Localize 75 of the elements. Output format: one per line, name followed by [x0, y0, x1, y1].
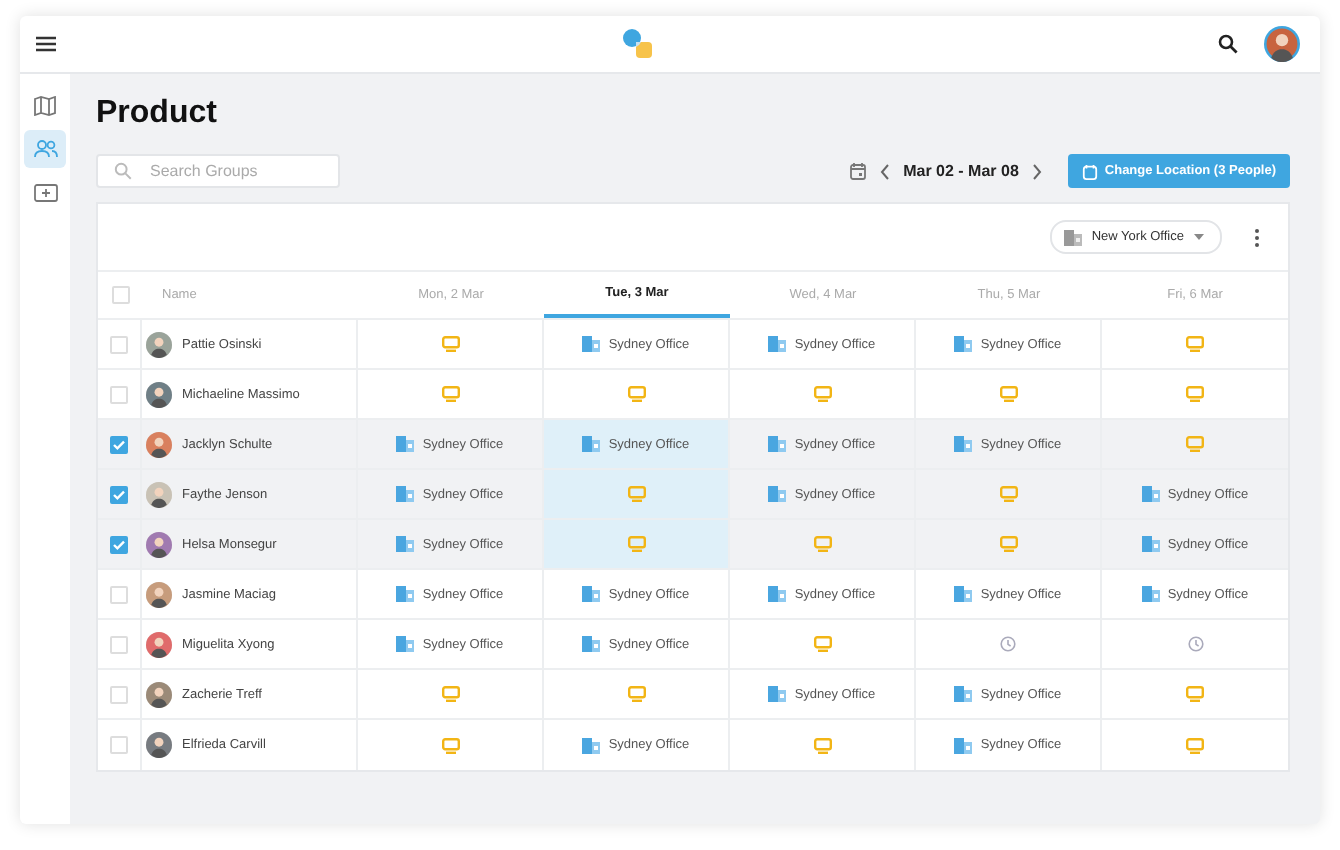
monitor-icon [813, 737, 831, 753]
checkbox[interactable] [110, 535, 128, 553]
office-icon [954, 586, 973, 602]
page-title: Product [96, 94, 219, 134]
avatar-icon [146, 581, 172, 607]
monitor-icon [627, 486, 645, 502]
office-icon [396, 536, 415, 552]
monitor-icon [441, 686, 459, 702]
monitor-icon [813, 536, 831, 552]
calendar-icon[interactable] [849, 162, 866, 180]
monitor-icon [627, 686, 645, 702]
calendar-icon [1082, 163, 1099, 179]
office-icon [396, 636, 415, 652]
office-icon [396, 486, 415, 502]
monitor-icon [813, 636, 831, 652]
monitor-icon [627, 386, 645, 402]
logo-icon [621, 28, 653, 60]
avatar-icon [146, 732, 172, 758]
search-icon[interactable] [1218, 34, 1238, 54]
avatar-icon [146, 681, 172, 707]
office-icon [954, 686, 973, 702]
checkbox[interactable] [110, 485, 128, 503]
monitor-icon [1186, 386, 1204, 402]
office-icon [768, 586, 787, 602]
monitor-icon [627, 536, 645, 552]
clock-icon [1000, 636, 1016, 652]
search-field[interactable]: Search Groups [96, 154, 340, 188]
monitor-icon [999, 536, 1017, 552]
avatar-icon[interactable] [1264, 26, 1300, 62]
caret-icon [1194, 234, 1204, 240]
chevron-right-icon[interactable] [1032, 163, 1043, 179]
clock-icon [1187, 636, 1203, 652]
office-icon [768, 486, 787, 502]
office-icon [768, 336, 787, 352]
people-icon[interactable] [33, 140, 57, 158]
building-icon [1063, 229, 1082, 245]
avatar-icon [146, 481, 172, 507]
monitor-icon [1186, 336, 1204, 352]
office-icon [582, 336, 601, 352]
date-range: Mar 02 - Mar 08 [903, 162, 1019, 180]
avatar-icon [146, 331, 172, 357]
office-icon [582, 636, 601, 652]
checkbox[interactable] [110, 435, 128, 453]
office-icon [954, 436, 973, 452]
monitor-icon [999, 486, 1017, 502]
monitor-icon [1186, 686, 1204, 702]
monitor-icon [441, 737, 459, 753]
office-icon [1141, 586, 1160, 602]
ticket-icon[interactable] [33, 184, 57, 202]
office-icon [396, 436, 415, 452]
monitor-icon [1186, 436, 1204, 452]
monitor-icon [441, 336, 459, 352]
avatar-icon [146, 431, 172, 457]
map-icon[interactable] [34, 95, 56, 115]
office-icon [1141, 486, 1160, 502]
menu-icon[interactable] [36, 36, 56, 52]
office-icon [954, 336, 973, 352]
monitor-icon [999, 386, 1017, 402]
office-icon [396, 586, 415, 602]
office-icon [954, 737, 973, 753]
monitor-icon [441, 386, 459, 402]
avatar-icon [146, 381, 172, 407]
more-icon[interactable] [1254, 227, 1260, 247]
monitor-icon [1186, 737, 1204, 753]
office-icon [582, 586, 601, 602]
office-icon [768, 686, 787, 702]
office-icon [582, 737, 601, 753]
office-icon [768, 436, 787, 452]
avatar-icon [146, 631, 172, 657]
sidebar-item[interactable] [24, 130, 66, 168]
office-icon [582, 436, 601, 452]
chevron-left-icon[interactable] [879, 163, 890, 179]
office-icon [1141, 536, 1160, 552]
avatar-icon [146, 531, 172, 557]
monitor-icon [813, 386, 831, 402]
